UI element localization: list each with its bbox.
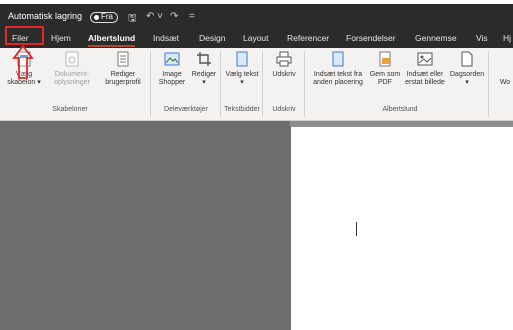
edit-profile-button[interactable]: Rediger brugerprofil [99, 50, 147, 87]
group-divider [304, 51, 305, 117]
tab-indsaet[interactable]: Indsæt [153, 33, 179, 43]
tab-design[interactable]: Design [199, 33, 225, 43]
tab-hjaelp[interactable]: Hj [503, 33, 511, 43]
print-label: Udskriv [272, 71, 296, 78]
agenda-label: Dagsorden ▾ [449, 71, 485, 86]
insert-text-icon [332, 51, 344, 67]
replace-image-label: Indsæt eller erstat billede [405, 71, 445, 86]
truncated-button[interactable]: Wo [497, 79, 513, 87]
image-icon [164, 52, 180, 66]
document-page[interactable] [291, 127, 513, 330]
group-label-tekstbidder: Tekstbidder [224, 106, 260, 113]
agenda-icon [461, 51, 473, 67]
tab-forsendelser[interactable]: Forsendelser [346, 33, 396, 43]
document-info-button[interactable]: Dokument-oplysninger [48, 50, 96, 87]
tab-albertslund[interactable]: Albertslund [88, 33, 136, 47]
document-info-label: Dokument-oplysninger [54, 71, 90, 86]
tab-referencer[interactable]: Referencer [287, 33, 329, 43]
insert-text-button[interactable]: Indsæt tekst fra anden placering [307, 50, 369, 87]
ribbon: Vælg skabelon ▾ Dokument-oplysninger Red… [0, 48, 513, 121]
edit-image-button[interactable]: Rediger ▾ [190, 50, 218, 87]
group-divider [488, 51, 489, 117]
group-label-delevaerktojer: Deleværktøjer [164, 106, 208, 113]
customize-quick-access-icon[interactable]: = [189, 11, 195, 22]
group-divider [150, 51, 151, 117]
tab-vis[interactable]: Vis [476, 33, 488, 43]
autosave-state: Fra [101, 12, 113, 21]
crop-icon [197, 52, 211, 66]
choose-text-label: Vælg tekst ▾ [225, 71, 259, 86]
text-cursor [356, 222, 357, 236]
document-info-icon [65, 51, 79, 67]
tab-layout[interactable]: Layout [243, 33, 269, 43]
print-icon [276, 51, 292, 67]
redo-icon[interactable]: ↷ [170, 11, 178, 22]
replace-image-icon [417, 52, 433, 66]
image-shopper-button[interactable]: Image Shopper [153, 50, 191, 87]
edit-profile-label: Rediger brugerprofil [105, 71, 141, 86]
agenda-button[interactable]: Dagsorden ▾ [449, 50, 485, 87]
pdf-icon [379, 51, 391, 67]
autosave-label: Automatisk lagring [8, 11, 83, 21]
save-icon[interactable]: 🖫 [128, 11, 137, 28]
text-block-icon [236, 51, 248, 67]
ribbon-tabs: Filer Hjem Albertslund Indsæt Design Lay… [0, 28, 513, 48]
print-button[interactable]: Udskriv [266, 50, 302, 79]
title-bar: Automatisk lagring Fra 🖫 ↶ ˅ ↷ = [0, 4, 513, 28]
undo-icon[interactable]: ↶ ˅ [146, 11, 163, 22]
filer-highlight-box [5, 26, 44, 45]
truncated-label: Wo [499, 79, 511, 86]
user-profile-icon [117, 51, 129, 67]
toggle-knob [94, 15, 99, 20]
save-pdf-label: Gem som PDF [369, 71, 401, 86]
insert-text-label: Indsæt tekst fra anden placering [313, 71, 363, 86]
group-label-skabeloner: Skabeloner [52, 106, 88, 113]
edit-image-label: Rediger ▾ [191, 71, 217, 86]
save-pdf-button[interactable]: Gem som PDF [369, 50, 401, 87]
group-label-udskriv: Udskriv [272, 106, 296, 113]
replace-image-button[interactable]: Indsæt eller erstat billede [401, 50, 449, 87]
image-shopper-label: Image Shopper [158, 71, 186, 86]
group-label-albertslund: Albertslund [382, 106, 418, 113]
autosave-toggle[interactable]: Fra [90, 12, 118, 23]
tab-gennemse[interactable]: Gennemse [415, 33, 457, 43]
arrow-up-icon [12, 44, 34, 79]
tab-hjem[interactable]: Hjem [51, 33, 71, 43]
choose-text-button[interactable]: Vælg tekst ▾ [224, 50, 260, 87]
